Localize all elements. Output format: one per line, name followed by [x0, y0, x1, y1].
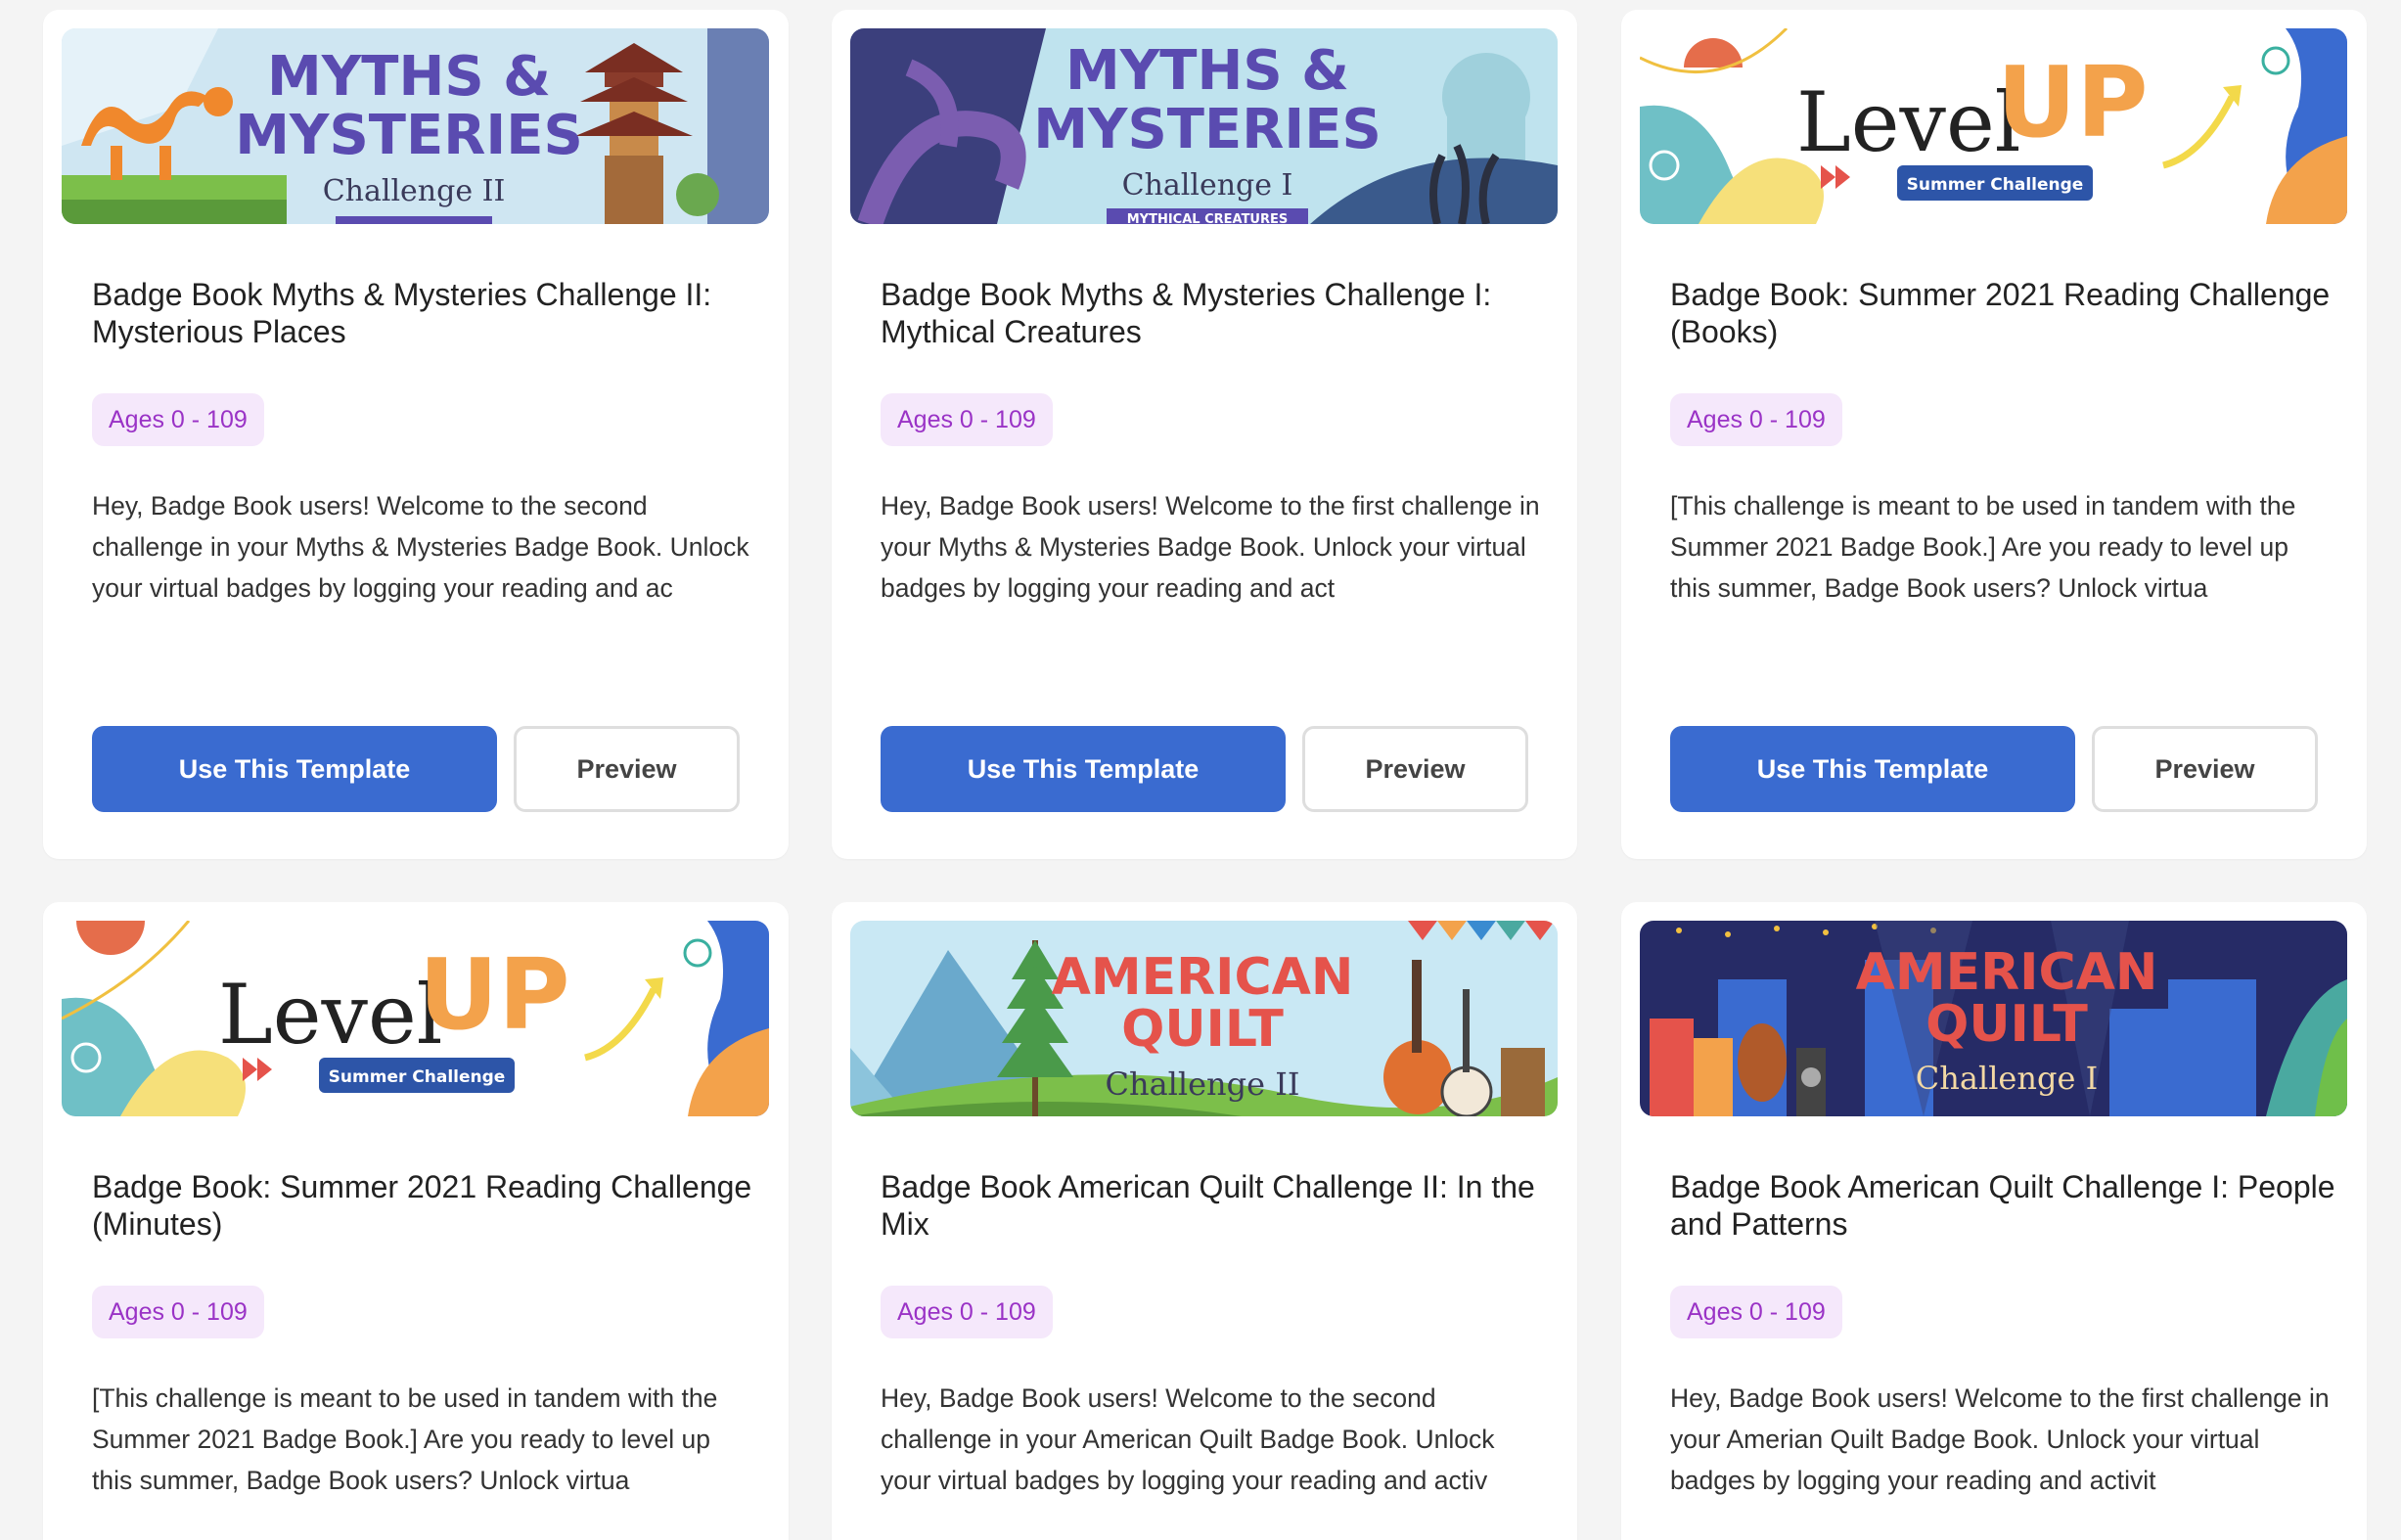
age-badge: Ages 0 - 109	[1670, 393, 1842, 446]
banner-illustration: Level UP Summer Challenge	[62, 921, 769, 1116]
card-title[interactable]: Badge Book: Summer 2021 Reading Challeng…	[1670, 276, 2335, 350]
banner-subtitle: Challenge II	[1105, 1065, 1299, 1103]
banner-title-line1: MYTHS &	[267, 45, 551, 109]
card-title[interactable]: Badge Book American Quilt Challenge II: …	[881, 1168, 1546, 1243]
preview-button[interactable]: Preview	[514, 726, 740, 812]
card-description: Hey, Badge Book users! Welcome to the fi…	[1670, 1383, 2330, 1495]
banner-tag: Summer Challenge	[329, 1067, 506, 1087]
banner-illustration: AMERICAN QUILT Challenge I	[1640, 921, 2347, 1116]
banner-american-quilt-2[interactable]: AMERICAN QUILT Challenge II	[850, 921, 1558, 1116]
banner-title-line1: AMERICAN	[1052, 948, 1354, 1007]
banner-illustration: Level UP Summer Challenge	[1640, 28, 2347, 224]
banner-myths-challenge-1[interactable]: MYTHS & MYSTERIES Challenge I MYTHICAL C…	[850, 28, 1558, 224]
card-title[interactable]: Badge Book Myths & Mysteries Challenge I…	[881, 276, 1546, 350]
template-card: Level UP Summer Challenge Badge Book: Su…	[43, 902, 789, 1540]
banner-subtitle: Challenge I	[1122, 168, 1293, 203]
age-badge: Ages 0 - 109	[1670, 1286, 1842, 1338]
age-badge: Ages 0 - 109	[92, 1286, 264, 1338]
card-title[interactable]: Badge Book American Quilt Challenge I: P…	[1670, 1168, 2335, 1243]
preview-button[interactable]: Preview	[1302, 726, 1528, 812]
banner-illustration: MYTHS & MYSTERIES Challenge II	[62, 28, 769, 224]
banner-illustration: MYTHS & MYSTERIES Challenge I MYTHICAL C…	[850, 28, 1558, 224]
use-template-button[interactable]: Use This Template	[1670, 726, 2075, 812]
banner-level-up[interactable]: Level UP Summer Challenge	[1640, 28, 2347, 224]
card-title[interactable]: Badge Book Myths & Mysteries Challenge I…	[92, 276, 757, 350]
use-template-button[interactable]: Use This Template	[92, 726, 497, 812]
banner-up-text: UP	[1997, 45, 2149, 159]
banner-title-line2: QUILT	[1121, 1000, 1284, 1059]
banner-level-text: Level	[1796, 74, 2021, 170]
card-description: Hey, Badge Book users! Welcome to the se…	[881, 1383, 1495, 1495]
template-card: AMERICAN QUILT Challenge I Badge Book Am…	[1621, 902, 2367, 1540]
banner-title-line1: MYTHS &	[1065, 39, 1349, 103]
banner-american-quilt-1[interactable]: AMERICAN QUILT Challenge I	[1640, 921, 2347, 1116]
template-card: Level UP Summer Challenge Badge Book: Su…	[1621, 10, 2367, 859]
use-template-button[interactable]: Use This Template	[881, 726, 1286, 812]
age-badge: Ages 0 - 109	[92, 393, 264, 446]
card-title[interactable]: Badge Book: Summer 2021 Reading Challeng…	[92, 1168, 757, 1243]
preview-button[interactable]: Preview	[2092, 726, 2318, 812]
banner-level-text: Level	[218, 967, 443, 1063]
age-badge: Ages 0 - 109	[881, 393, 1053, 446]
banner-tag: Summer Challenge	[1907, 175, 2084, 195]
banner-illustration: AMERICAN QUILT Challenge II	[850, 921, 1558, 1116]
banner-subtitle: Challenge I	[1916, 1060, 2098, 1097]
card-description: Hey, Badge Book users! Welcome to the se…	[92, 491, 749, 603]
banner-up-text: UP	[419, 937, 570, 1052]
banner-myths-challenge-2[interactable]: MYTHS & MYSTERIES Challenge II	[62, 28, 769, 224]
template-card: MYTHS & MYSTERIES Challenge I MYTHICAL C…	[832, 10, 1577, 859]
card-description: [This challenge is meant to be used in t…	[1670, 491, 2296, 603]
banner-title-line1: AMERICAN	[1856, 943, 2158, 1002]
template-grid: MYTHS & MYSTERIES Challenge II Badge Boo…	[0, 0, 2401, 1540]
age-badge: Ages 0 - 109	[881, 1286, 1053, 1338]
card-description: Hey, Badge Book users! Welcome to the fi…	[881, 491, 1540, 603]
template-card: AMERICAN QUILT Challenge II Badge Book A…	[832, 902, 1577, 1540]
banner-level-up[interactable]: Level UP Summer Challenge	[62, 921, 769, 1116]
banner-title-line2: MYSTERIES	[235, 104, 583, 167]
banner-subtitle: Challenge II	[323, 174, 506, 208]
banner-title-line2: QUILT	[1925, 995, 2088, 1054]
card-description: [This challenge is meant to be used in t…	[92, 1383, 718, 1495]
banner-ribbon: MYTHICAL CREATURES	[1127, 212, 1289, 224]
template-card: MYTHS & MYSTERIES Challenge II Badge Boo…	[43, 10, 789, 859]
banner-title-line2: MYSTERIES	[1033, 98, 1382, 161]
